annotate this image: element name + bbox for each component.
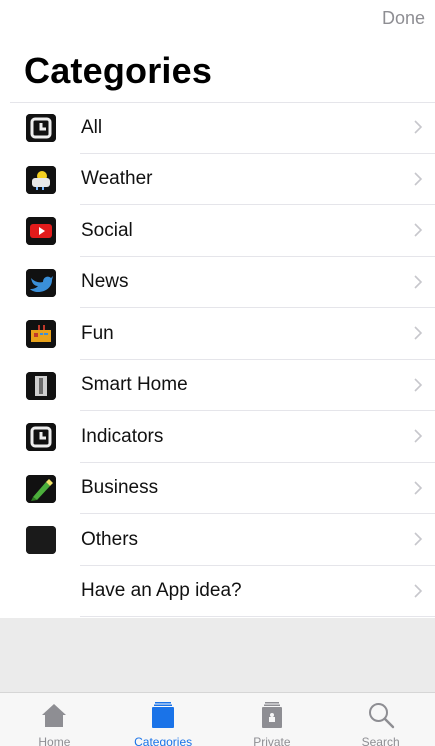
category-label: Social <box>81 219 133 241</box>
tab-private[interactable]: Private <box>218 693 327 746</box>
category-label: Fun <box>81 322 114 344</box>
category-row-social[interactable]: Social <box>0 205 435 257</box>
chevron-right-icon <box>414 120 423 134</box>
chevron-right-icon <box>414 377 423 392</box>
weather-app-icon <box>26 165 56 194</box>
category-label: Indicators <box>81 425 164 447</box>
chevron-right-icon <box>414 429 423 443</box>
category-row-business[interactable]: Business <box>0 463 435 515</box>
category-row-all[interactable]: All <box>0 102 435 154</box>
clock-app-icon <box>26 114 56 142</box>
done-button[interactable]: Done <box>382 8 425 29</box>
category-label: Business <box>81 477 159 499</box>
category-row-fun[interactable]: Fun <box>0 308 435 360</box>
list-footer-background <box>0 618 435 692</box>
tab-label: Private <box>253 735 291 746</box>
tab-label: Search <box>361 735 400 746</box>
category-label: Weather <box>81 168 153 190</box>
fun-app-icon <box>26 320 56 348</box>
others-app-icon <box>26 526 56 554</box>
chevron-right-icon <box>414 480 423 495</box>
app-idea-label: Have an App idea? <box>81 580 242 602</box>
categories-icon <box>152 702 175 728</box>
category-label: Smart Home <box>81 374 188 396</box>
tab-home[interactable]: Home <box>0 693 109 746</box>
category-row-news[interactable]: News <box>0 257 435 309</box>
business-app-icon <box>26 474 56 503</box>
chevron-right-icon <box>414 171 423 186</box>
chevron-right-icon <box>414 532 423 546</box>
private-icon <box>261 702 282 728</box>
chevron-right-icon <box>414 583 423 598</box>
chevron-right-icon <box>414 223 423 237</box>
tab-label: Categories <box>134 735 193 746</box>
chevron-right-icon <box>414 274 423 289</box>
indicators-app-icon <box>26 423 56 451</box>
youtube-app-icon <box>26 217 56 245</box>
category-label: All <box>81 116 103 138</box>
smart-home-app-icon <box>26 371 56 400</box>
page-title: Categories <box>24 50 213 91</box>
tab-bar: Home Categories Private Search <box>0 692 435 746</box>
category-row-others[interactable]: Others <box>0 514 435 566</box>
category-list: All Weather Social News Fun Smart Home I… <box>0 102 435 617</box>
tab-search[interactable]: Search <box>326 693 435 746</box>
chevron-right-icon <box>414 326 423 340</box>
tab-label: Home <box>38 735 71 746</box>
home-icon <box>42 704 67 727</box>
category-row-indicators[interactable]: Indicators <box>0 411 435 463</box>
category-label: Others <box>81 528 139 550</box>
app-idea-row[interactable]: Have an App idea? <box>0 566 435 618</box>
tab-categories[interactable]: Categories <box>109 693 218 746</box>
top-bar: Done <box>0 0 435 44</box>
category-row-smart-home[interactable]: Smart Home <box>0 360 435 412</box>
twitter-bird-icon <box>26 268 56 297</box>
search-icon <box>368 703 394 729</box>
category-label: News <box>81 271 129 293</box>
category-row-weather[interactable]: Weather <box>0 154 435 206</box>
